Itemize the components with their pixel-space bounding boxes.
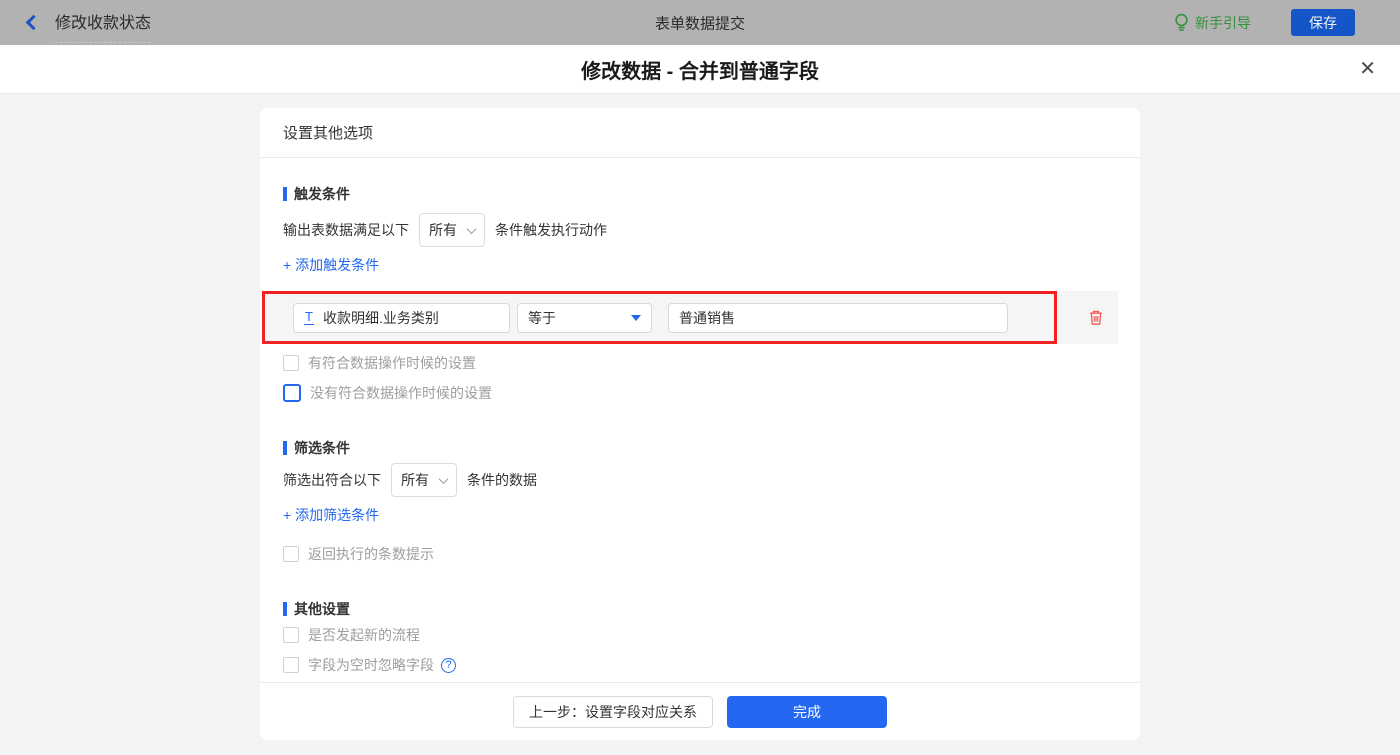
filter-section-title: 筛选条件 xyxy=(283,440,1117,456)
form-event-title: 表单数据提交 xyxy=(654,15,746,32)
lightbulb-icon xyxy=(1175,13,1188,31)
condition-value-input[interactable]: 普通销售 xyxy=(668,302,1008,333)
trash-icon xyxy=(1090,310,1102,325)
beginner-guide-link[interactable]: 新手引导 xyxy=(1174,13,1251,33)
back-chevron-icon xyxy=(25,14,42,31)
filter-match-select-value: 所有 xyxy=(401,472,429,488)
delete-condition-button[interactable] xyxy=(1088,309,1104,326)
other-section-label: 其他设置 xyxy=(294,601,350,617)
checkbox-label: 是否发起新的流程 xyxy=(308,627,420,643)
card-content: 触发条件 输出表数据满足以下 所有 条件触发执行动作 + 添加触发条件 T 收款… xyxy=(260,158,1140,682)
text-field-type-icon: T xyxy=(304,308,314,326)
caret-down-icon xyxy=(631,314,641,321)
card-header-title: 设置其他选项 xyxy=(260,108,1140,158)
top-bar: 修改收款状态 表单数据提交 新手引导 保存 xyxy=(0,0,1400,45)
checkbox-unchecked-focused[interactable] xyxy=(283,384,301,402)
checkbox-label: 字段为空时忽略字段 xyxy=(308,657,434,673)
trigger-section-label: 触发条件 xyxy=(294,186,350,202)
chevron-down-icon xyxy=(466,223,477,234)
filter-section-label: 筛选条件 xyxy=(294,440,350,456)
return-count-checkbox-row[interactable]: 返回执行的条数提示 xyxy=(283,544,1117,564)
trigger-sentence-suffix: 条件触发执行动作 xyxy=(495,222,607,238)
checkbox-unchecked[interactable] xyxy=(283,657,299,673)
condition-value-text: 普通销售 xyxy=(679,309,735,326)
other-section-title: 其他设置 xyxy=(283,601,1117,617)
filter-sentence: 筛选出符合以下 所有 条件的数据 xyxy=(283,463,1117,497)
modal-title: 修改数据 - 合并到普通字段 xyxy=(581,60,819,83)
checkbox-label: 返回执行的条数提示 xyxy=(308,546,434,562)
checkbox-unchecked[interactable] xyxy=(283,546,299,562)
start-new-flow-checkbox-row[interactable]: 是否发起新的流程 xyxy=(283,625,1117,645)
trigger-match-select[interactable]: 所有 xyxy=(419,213,485,247)
condition-operator-select[interactable]: 等于 xyxy=(517,302,652,333)
filter-sentence-prefix: 筛选出符合以下 xyxy=(283,472,381,488)
condition-field-value: 收款明细.业务类别 xyxy=(322,309,439,326)
section-accent-bar xyxy=(283,602,287,616)
section-accent-bar xyxy=(283,441,287,455)
trigger-condition-row: T 收款明细.业务类别 等于 普通销售 xyxy=(262,291,1118,344)
add-trigger-condition-link[interactable]: + 添加触发条件 xyxy=(283,255,379,273)
trigger-section-title: 触发条件 xyxy=(283,186,1117,202)
done-button[interactable]: 完成 xyxy=(727,695,887,728)
no-matching-data-checkbox-row[interactable]: 没有符合数据操作时候的设置 xyxy=(283,383,1117,403)
modal-header: 修改数据 - 合并到普通字段 ✕ xyxy=(0,45,1400,94)
has-matching-data-checkbox-row[interactable]: 有符合数据操作时候的设置 xyxy=(283,353,1117,373)
beginner-guide-label: 新手引导 xyxy=(1195,14,1251,31)
workflow-node-title[interactable]: 修改收款状态 xyxy=(55,9,152,43)
card-footer: 上一步：设置字段对应关系 完成 xyxy=(260,682,1140,740)
checkbox-unchecked[interactable] xyxy=(283,355,299,371)
condition-operator-value: 等于 xyxy=(528,309,556,326)
checkbox-label: 没有符合数据操作时候的设置 xyxy=(310,385,492,401)
checkbox-label: 有符合数据操作时候的设置 xyxy=(308,355,476,371)
trigger-sentence: 输出表数据满足以下 所有 条件触发执行动作 xyxy=(283,213,1117,247)
checkbox-unchecked[interactable] xyxy=(283,627,299,643)
settings-card: 设置其他选项 触发条件 输出表数据满足以下 所有 条件触发执行动作 + 添加触发… xyxy=(260,108,1140,740)
help-question-icon[interactable]: ? xyxy=(441,657,456,673)
condition-field-select[interactable]: T 收款明细.业务类别 xyxy=(293,302,510,333)
filter-sentence-suffix: 条件的数据 xyxy=(467,472,537,488)
trigger-match-select-value: 所有 xyxy=(429,222,457,238)
section-accent-bar xyxy=(283,187,287,201)
ignore-empty-field-checkbox-row[interactable]: 字段为空时忽略字段 ? xyxy=(283,655,1117,675)
previous-step-button[interactable]: 上一步：设置字段对应关系 xyxy=(513,695,713,728)
add-filter-condition-link[interactable]: + 添加筛选条件 xyxy=(283,505,379,523)
chevron-down-icon xyxy=(438,473,449,484)
modal-body: 设置其他选项 触发条件 输出表数据满足以下 所有 条件触发执行动作 + 添加触发… xyxy=(0,108,1400,755)
back-button[interactable]: 修改收款状态 xyxy=(25,6,152,43)
trigger-sentence-prefix: 输出表数据满足以下 xyxy=(283,222,409,238)
save-button[interactable]: 保存 xyxy=(1291,9,1355,36)
close-icon[interactable]: ✕ xyxy=(1359,59,1376,79)
filter-match-select[interactable]: 所有 xyxy=(391,463,457,497)
